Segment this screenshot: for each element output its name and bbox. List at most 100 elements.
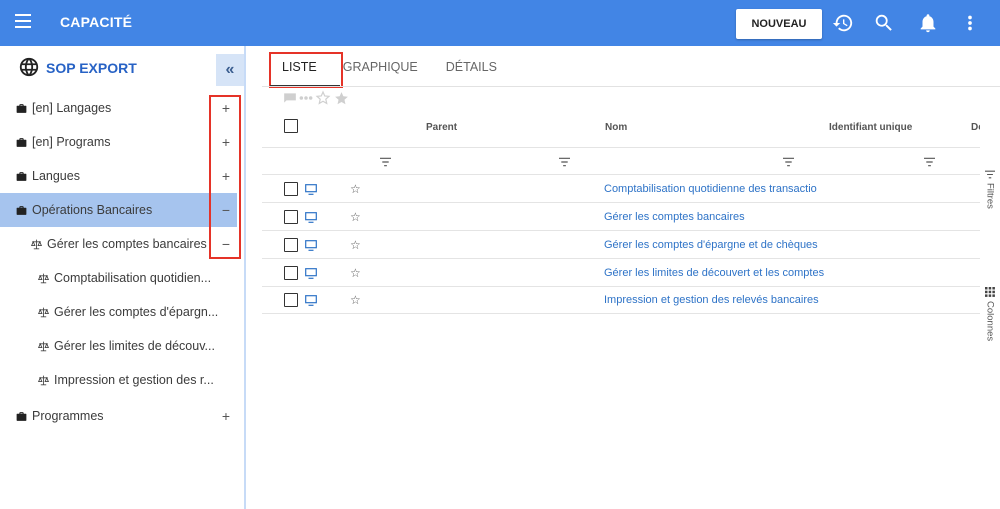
- row-checkbox[interactable]: [284, 182, 298, 196]
- tree-item-operations-bancaires[interactable]: Opérations Bancaires −: [0, 193, 237, 227]
- tree-item-label: Langues: [32, 169, 80, 183]
- columns-label: Colonnes: [984, 301, 996, 342]
- row-checkbox[interactable]: [284, 293, 298, 307]
- column-header-truncated[interactable]: De: [971, 122, 980, 133]
- tab-details[interactable]: DÉTAILS: [432, 52, 511, 86]
- briefcase-icon: [16, 103, 27, 113]
- collapse-toggle[interactable]: −: [218, 193, 234, 227]
- scale-icon: [37, 375, 50, 385]
- sidebar: SOP EXPORT « [en] Langages + [en] Progra…: [0, 46, 246, 509]
- column-header-parent[interactable]: Parent: [426, 122, 457, 133]
- monitor-icon[interactable]: [305, 240, 317, 251]
- table-row[interactable]: ☆ Gérer les comptes d'épargne et de chèq…: [262, 232, 980, 259]
- row-name-link[interactable]: Impression et gestion des relevés bancai…: [604, 294, 824, 306]
- tree-item-label: Programmes: [32, 409, 104, 423]
- columns-panel-tab[interactable]: Colonnes: [980, 287, 1000, 341]
- monitor-icon[interactable]: [305, 295, 317, 306]
- toolbar-mini-icons: [283, 90, 350, 106]
- table-row[interactable]: ☆ Gérer les limites de découvert et les …: [262, 260, 980, 287]
- tab-graphique[interactable]: GRAPHIQUE: [331, 52, 432, 86]
- row-name-link[interactable]: Comptabilisation quotidienne des transac…: [604, 183, 824, 195]
- scale-icon: [37, 273, 50, 283]
- collapse-sidebar-button[interactable]: «: [216, 54, 244, 86]
- scale-icon: [37, 341, 50, 351]
- select-all-checkbox[interactable]: [284, 119, 298, 133]
- tree-item-gerer-comptes-bancaires[interactable]: Gérer les comptes bancaires −: [0, 227, 237, 261]
- sidebar-header: SOP EXPORT «: [0, 46, 246, 88]
- more-horiz-icon[interactable]: [299, 95, 313, 101]
- tree-item-gerer-limites[interactable]: Gérer les limites de découv...: [0, 329, 237, 363]
- menu-icon[interactable]: [15, 14, 31, 28]
- tree-item-gerer-comptes-epargne[interactable]: Gérer les comptes d'épargn...: [0, 295, 237, 329]
- tree-item-programmes[interactable]: Programmes +: [0, 399, 237, 433]
- briefcase-icon: [16, 411, 27, 421]
- bell-icon[interactable]: [917, 12, 939, 34]
- tree-item-langues[interactable]: Langues +: [0, 159, 237, 193]
- filter-icon[interactable]: [924, 157, 935, 167]
- tree-item-label: Gérer les comptes d'épargn...: [54, 305, 219, 319]
- tree-item-label: Comptabilisation quotidien...: [54, 271, 212, 285]
- filters-panel-tab[interactable]: Filtres: [980, 170, 1000, 209]
- grid-icon: [985, 287, 995, 297]
- grid-filter-row: [262, 149, 980, 175]
- collapse-toggle[interactable]: −: [218, 227, 234, 261]
- table-row[interactable]: ☆ Gérer les comptes bancaires: [262, 204, 980, 231]
- filter-icon: [985, 170, 995, 179]
- filters-label: Filtres: [984, 183, 996, 209]
- scale-icon: [37, 307, 50, 317]
- comment-icon[interactable]: [283, 92, 297, 104]
- star-outline-icon[interactable]: ☆: [350, 238, 361, 252]
- new-button[interactable]: NOUVEAU: [736, 9, 822, 39]
- tree-item-label: Gérer les comptes bancaires: [47, 237, 207, 251]
- tree-item-label: Gérer les limites de découv...: [54, 339, 215, 353]
- star-outline-icon[interactable]: [315, 90, 331, 106]
- column-header-nom[interactable]: Nom: [605, 122, 627, 133]
- table-row[interactable]: ☆ Impression et gestion des relevés banc…: [262, 287, 980, 314]
- row-checkbox[interactable]: [284, 210, 298, 224]
- tree-item-comptabilisation[interactable]: Comptabilisation quotidien...: [0, 261, 237, 295]
- monitor-icon[interactable]: [305, 268, 317, 279]
- briefcase-icon: [16, 137, 27, 147]
- globe-icon: [19, 57, 39, 77]
- tab-liste[interactable]: LISTE: [268, 52, 331, 86]
- star-outline-icon[interactable]: ☆: [350, 182, 361, 196]
- expand-toggle[interactable]: +: [218, 125, 234, 159]
- star-outline-icon[interactable]: ☆: [350, 210, 361, 224]
- star-filled-icon[interactable]: [333, 90, 350, 107]
- view-tabs: LISTE GRAPHIQUE DÉTAILS: [268, 52, 511, 86]
- tree-item-label: [en] Langages: [32, 101, 112, 115]
- briefcase-icon: [16, 205, 27, 215]
- row-checkbox[interactable]: [284, 266, 298, 280]
- star-outline-icon[interactable]: ☆: [350, 266, 361, 280]
- expand-toggle[interactable]: +: [218, 159, 234, 193]
- row-name-link[interactable]: Gérer les limites de découvert et les co…: [604, 267, 824, 279]
- filter-icon[interactable]: [783, 157, 794, 167]
- top-app-bar: CAPACITÉ NOUVEAU: [0, 0, 1000, 46]
- tabs-divider: [262, 86, 1000, 87]
- expand-toggle[interactable]: +: [218, 91, 234, 125]
- table-row[interactable]: ☆ Comptabilisation quotidienne des trans…: [262, 176, 980, 203]
- row-name-link[interactable]: Gérer les comptes bancaires: [604, 211, 824, 223]
- column-header-identifiant[interactable]: Identifiant unique: [829, 122, 912, 133]
- history-icon[interactable]: [832, 12, 854, 34]
- tree-item-label: Opérations Bancaires: [32, 203, 153, 217]
- row-name-link[interactable]: Gérer les comptes d'épargne et de chèque…: [604, 239, 824, 251]
- tree-item-en-langages[interactable]: [en] Langages +: [0, 91, 237, 125]
- expand-toggle[interactable]: +: [218, 399, 234, 433]
- filter-icon[interactable]: [380, 157, 391, 167]
- monitor-icon[interactable]: [305, 184, 317, 195]
- more-vert-icon[interactable]: [959, 12, 981, 34]
- grid-header-row: Parent Nom Identifiant unique De: [262, 110, 980, 148]
- row-checkbox[interactable]: [284, 238, 298, 252]
- briefcase-icon: [16, 171, 27, 181]
- page-title: CAPACITÉ: [60, 14, 133, 30]
- search-icon[interactable]: [873, 12, 895, 34]
- scale-icon: [30, 239, 43, 249]
- tree-item-label: Impression et gestion des r...: [54, 373, 214, 387]
- sidebar-title: SOP EXPORT: [46, 60, 137, 76]
- monitor-icon[interactable]: [305, 212, 317, 223]
- tree-item-impression[interactable]: Impression et gestion des r...: [0, 363, 237, 397]
- tree-item-en-programs[interactable]: [en] Programs +: [0, 125, 237, 159]
- filter-icon[interactable]: [559, 157, 570, 167]
- star-outline-icon[interactable]: ☆: [350, 293, 361, 307]
